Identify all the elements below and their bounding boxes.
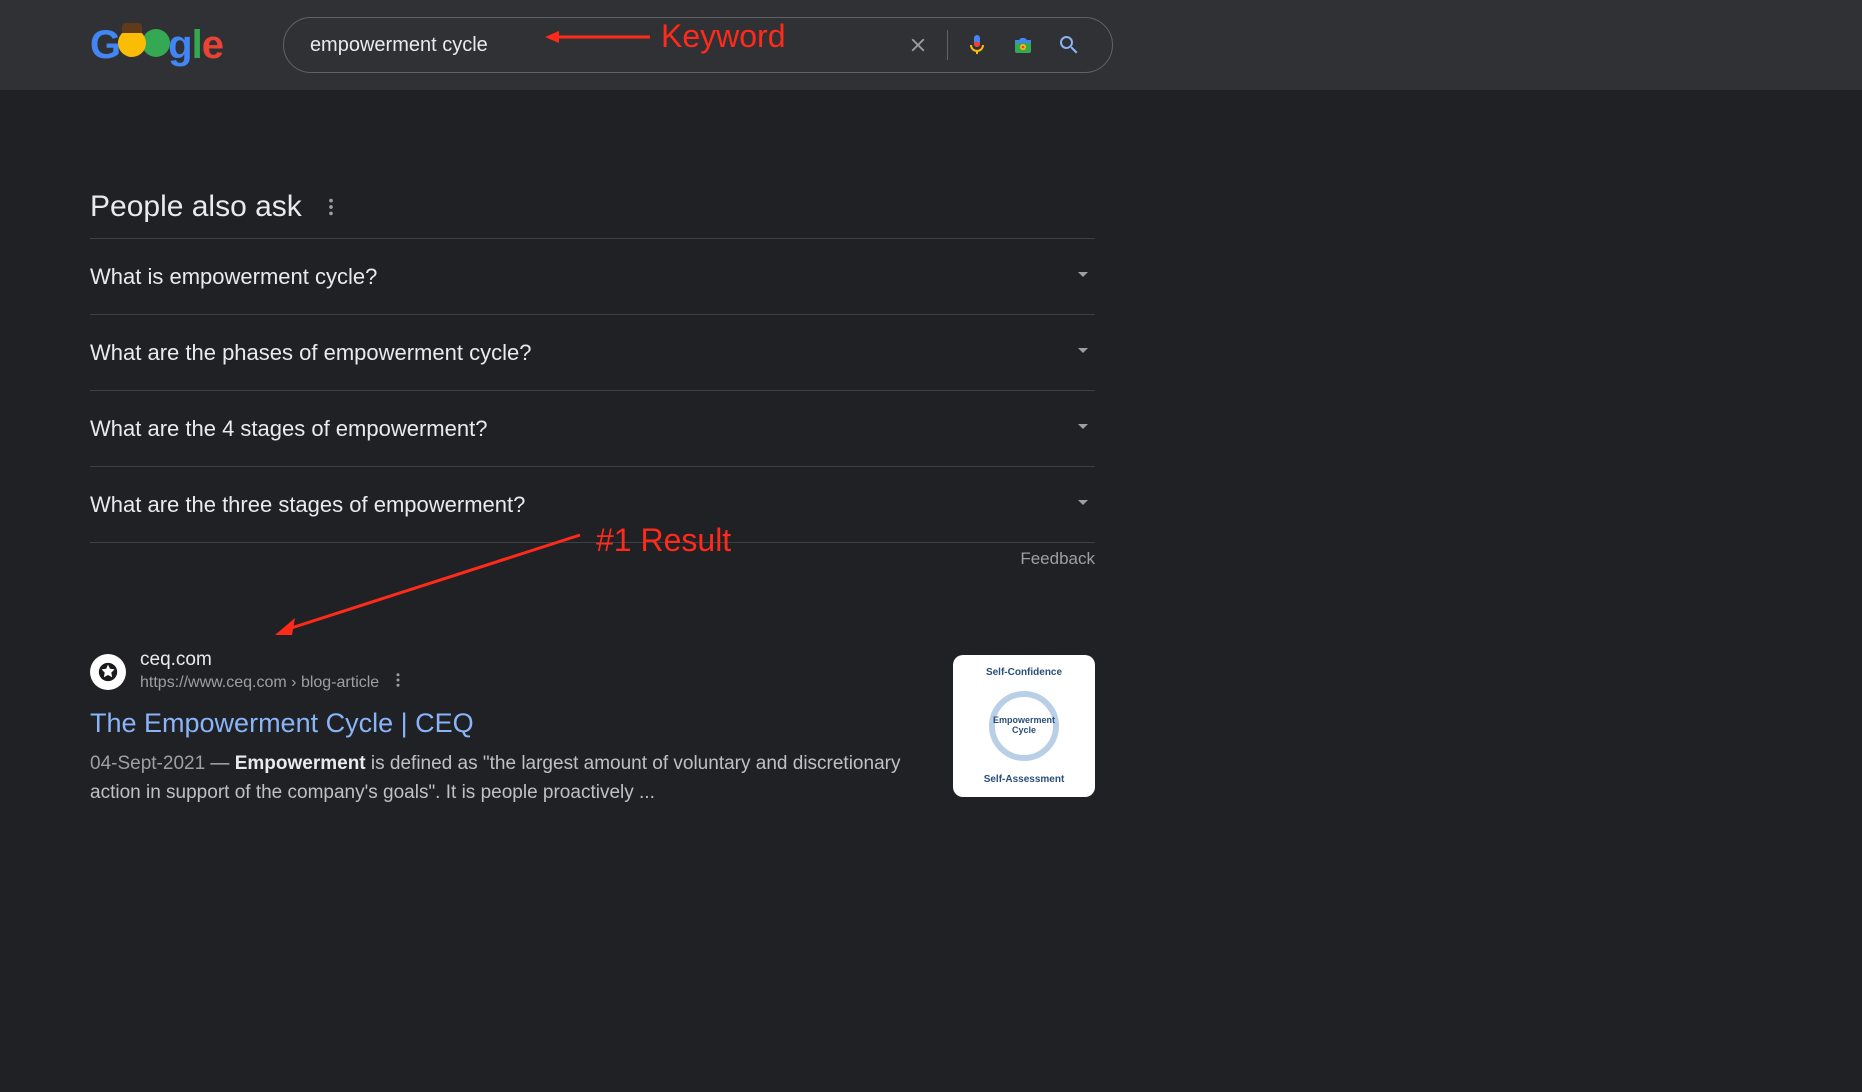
- chevron-down-icon: [1071, 262, 1095, 292]
- paa-question: What are the 4 stages of empowerment?: [90, 416, 487, 442]
- paa-item[interactable]: What are the 4 stages of empowerment?: [90, 391, 1095, 467]
- result-snippet: 04-Sept-2021 — Empowerment is defined as…: [90, 749, 933, 808]
- search-icon[interactable]: [1056, 32, 1082, 58]
- paa-question: What are the phases of empowerment cycle…: [90, 340, 531, 366]
- search-input[interactable]: [304, 34, 895, 57]
- paa-item[interactable]: What are the three stages of empowerment…: [90, 467, 1095, 543]
- feedback-link[interactable]: Feedback: [90, 549, 1095, 569]
- google-logo[interactable]: G gle: [90, 23, 223, 68]
- result-site-name: ceq.com: [140, 649, 407, 671]
- result-url: https://www.ceq.com › blog-article: [140, 674, 379, 692]
- chevron-down-icon: [1071, 490, 1095, 520]
- chevron-down-icon: [1071, 338, 1095, 368]
- result-more-icon[interactable]: [389, 671, 407, 694]
- paa-question: What are the three stages of empowerment…: [90, 492, 525, 518]
- image-search-icon[interactable]: [1010, 32, 1036, 58]
- search-result: ceq.com https://www.ceq.com › blog-artic…: [90, 649, 1095, 808]
- paa-item[interactable]: What are the phases of empowerment cycle…: [90, 315, 1095, 391]
- paa-item[interactable]: What is empowerment cycle?: [90, 239, 1095, 315]
- search-bar: [283, 17, 1113, 73]
- chevron-down-icon: [1071, 414, 1095, 444]
- voice-search-icon[interactable]: [964, 32, 990, 58]
- people-also-ask-title: People also ask: [90, 190, 302, 224]
- result-thumbnail[interactable]: Self-Confidence Empowerment Cycle Self-A…: [953, 655, 1095, 797]
- paa-more-icon[interactable]: [320, 196, 342, 218]
- paa-question: What is empowerment cycle?: [90, 264, 377, 290]
- result-title-link[interactable]: The Empowerment Cycle | CEQ: [90, 708, 933, 739]
- clear-icon[interactable]: [905, 32, 931, 58]
- people-also-ask-list: What is empowerment cycle? What are the …: [90, 238, 1095, 543]
- result-favicon: [90, 654, 126, 690]
